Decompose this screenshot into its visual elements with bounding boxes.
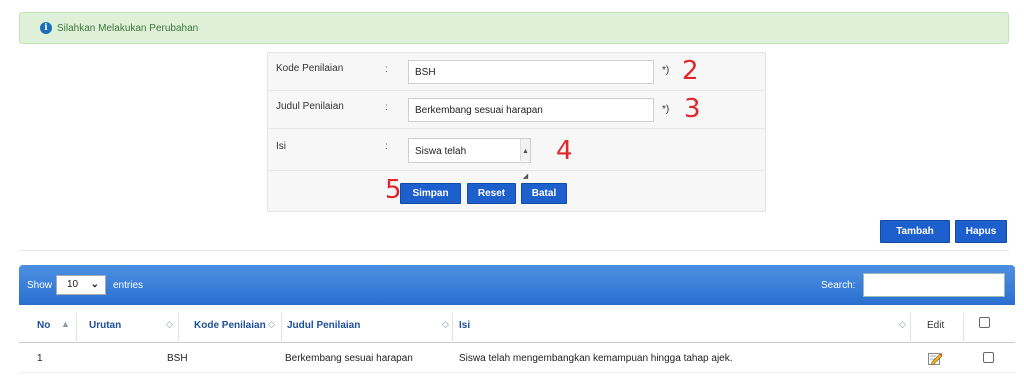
cell-isi: Siswa telah mengembangkan kemampuan hing… (459, 353, 733, 364)
col-urutan[interactable]: Urutan (89, 320, 121, 331)
col-judul-penilaian[interactable]: Judul Penilaian (287, 320, 360, 331)
kode-label: Kode Penilaian (276, 63, 344, 74)
chevron-down-icon: ⌄ (90, 279, 99, 290)
select-all-checkbox[interactable] (979, 317, 990, 328)
annotation-4: 4 (556, 136, 573, 166)
table-toolbar: Show 10 ⌄ entries Search: (19, 265, 1015, 305)
isi-colon: : (385, 141, 388, 152)
col-separator (76, 313, 77, 343)
search-input[interactable] (863, 273, 1005, 297)
col-kode-penilaian[interactable]: Kode Penilaian (194, 320, 266, 331)
col-separator (910, 313, 911, 343)
col-separator (178, 313, 179, 343)
col-separator (963, 313, 964, 343)
col-edit: Edit (927, 320, 945, 331)
judul-input[interactable] (408, 98, 654, 122)
show-label: Show (27, 280, 53, 291)
cell-no: 1 (37, 353, 43, 364)
kode-required-mark: *) (662, 65, 670, 76)
page-length-value: 10 (67, 279, 79, 290)
page-length-select[interactable]: 10 ⌄ (56, 275, 106, 295)
info-icon: i (40, 22, 52, 34)
annotation-3: 3 (684, 94, 701, 124)
col-separator (281, 313, 282, 343)
judul-required-mark: *) (662, 104, 670, 115)
info-alert: i Silahkan Melakukan Perubahan (19, 12, 1009, 44)
cell-kode: BSH (167, 353, 188, 364)
edit-pencil-icon[interactable] (928, 351, 942, 365)
isi-textarea[interactable]: Siswa telah ▲ ◢ (408, 138, 531, 180)
judul-label: Judul Penilaian (276, 101, 344, 112)
annotation-2: 2 (682, 56, 699, 86)
kode-colon: : (385, 64, 388, 75)
col-isi[interactable]: Isi (459, 320, 470, 331)
sort-icon: ◇ (166, 319, 173, 329)
form-row-isi: Isi : Siswa telah ▲ ◢ (268, 129, 765, 180)
col-separator (452, 313, 453, 343)
batal-button[interactable]: Batal (521, 183, 567, 204)
cell-judul: Berkembang sesuai harapan (285, 353, 413, 364)
divider (19, 250, 1009, 251)
isi-value: Siswa telah (415, 146, 467, 157)
tambah-button[interactable]: Tambah (880, 220, 950, 243)
kode-input[interactable] (408, 60, 654, 84)
table-header: No ▲ Urutan ◇ Kode Penilaian ◇ Judul Pen… (19, 305, 1015, 343)
search-label: Search: (821, 280, 856, 291)
sort-asc-icon: ▲ (61, 319, 70, 329)
sort-icon: ◇ (442, 319, 449, 329)
entries-label: entries (113, 280, 144, 291)
alert-message: Silahkan Melakukan Perubahan (57, 22, 199, 34)
sort-icon: ◇ (899, 319, 906, 329)
simpan-button[interactable]: Simpan (400, 183, 461, 204)
isi-label: Isi (276, 141, 286, 152)
col-no[interactable]: No (37, 320, 50, 331)
judul-colon: : (385, 102, 388, 113)
annotation-5: 5 (385, 175, 402, 205)
table-row: 1 BSH Berkembang sesuai harapan Siswa te… (19, 343, 1015, 373)
textarea-scroll-icon[interactable]: ▲ ◢ (520, 139, 530, 180)
sort-icon: ◇ (268, 319, 275, 329)
reset-button[interactable]: Reset (467, 183, 516, 204)
hapus-button[interactable]: Hapus (955, 220, 1007, 243)
row-checkbox[interactable] (983, 352, 994, 363)
